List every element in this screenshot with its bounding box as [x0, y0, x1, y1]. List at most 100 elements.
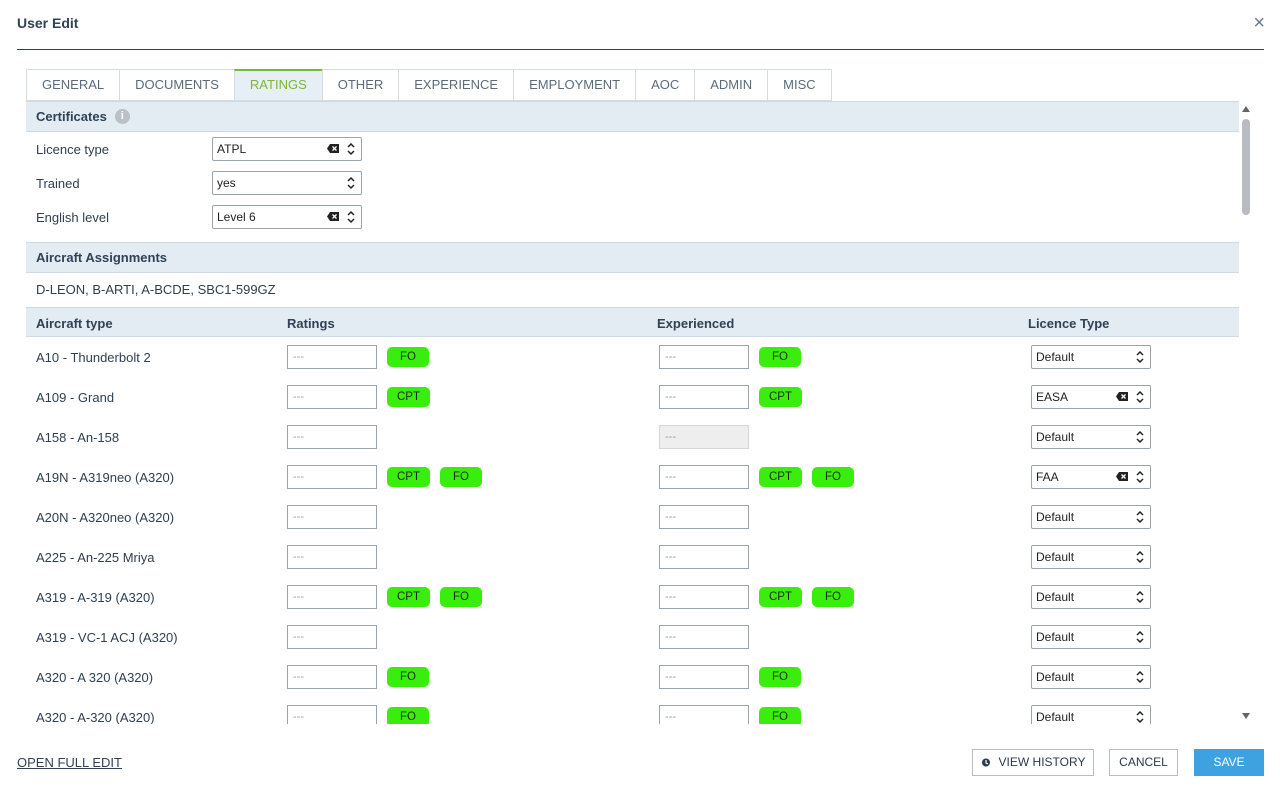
aircraft-type-name: A109 - Grand	[36, 389, 115, 405]
licence-type-cell: FAA	[1031, 457, 1151, 497]
aircraft-assignments-title: Aircraft Assignments	[36, 250, 167, 265]
licence-type-select[interactable]: ATPL	[212, 137, 362, 161]
licence-type-dropdown[interactable]: Default	[1031, 705, 1151, 724]
ratings-cell: ---	[287, 417, 377, 457]
tab-misc[interactable]: MISC	[767, 69, 832, 101]
experienced-tag[interactable]: FO	[759, 347, 801, 367]
experienced-input[interactable]: ---	[659, 385, 749, 409]
aircraft-type-cell: A158 - An-158	[36, 417, 119, 457]
tab-employment[interactable]: EMPLOYMENT	[513, 69, 636, 101]
experienced-tag[interactable]: FO	[759, 667, 801, 687]
english-level-select[interactable]: Level 6	[212, 205, 362, 229]
experienced-cell: ---	[659, 417, 749, 457]
experienced-tag[interactable]: FO	[812, 587, 854, 607]
experienced-input[interactable]: ---	[659, 585, 749, 609]
close-icon[interactable]: ×	[1253, 13, 1265, 33]
tab-other[interactable]: OTHER	[321, 69, 399, 101]
experienced-cell: --- CPT	[659, 377, 802, 417]
clear-icon[interactable]	[1116, 392, 1128, 401]
rating-tag[interactable]: FO	[440, 587, 482, 607]
experienced-input[interactable]: ---	[659, 465, 749, 489]
scroll-thumb[interactable]	[1242, 119, 1250, 215]
experienced-tag[interactable]: CPT	[759, 467, 802, 487]
rating-tag[interactable]: FO	[387, 667, 429, 687]
licence-type-dropdown[interactable]: FAA	[1031, 465, 1151, 489]
tab-aoc[interactable]: AOC	[635, 69, 695, 101]
licence-type-cell: Default	[1031, 577, 1151, 617]
tab-admin[interactable]: ADMIN	[694, 69, 768, 101]
trained-row: Trained yes	[26, 166, 1239, 200]
vertical-scrollbar[interactable]	[1240, 101, 1252, 724]
licence-type-dropdown[interactable]: Default	[1031, 665, 1151, 689]
licence-type-dropdown[interactable]: Default	[1031, 345, 1151, 369]
tab-experience[interactable]: EXPERIENCE	[398, 69, 514, 101]
trained-value: yes	[217, 176, 236, 190]
updown-icon	[1136, 390, 1144, 404]
licence-type-dropdown-value: Default	[1036, 350, 1075, 364]
ratings-input[interactable]: ---	[287, 665, 377, 689]
save-button[interactable]: SAVE	[1194, 749, 1264, 776]
info-icon[interactable]: i	[114, 109, 130, 124]
view-history-button[interactable]: VIEW HISTORY	[972, 749, 1094, 776]
ratings-input[interactable]: ---	[287, 385, 377, 409]
experienced-tag[interactable]: FO	[759, 707, 801, 724]
open-full-edit-link[interactable]: OPEN FULL EDIT	[17, 755, 122, 770]
cancel-button[interactable]: CANCEL	[1109, 749, 1178, 776]
licence-type-dropdown[interactable]: EASA	[1031, 385, 1151, 409]
aircraft-type-cell: A320 - A-320 (A320)	[36, 697, 155, 725]
ratings-cell: --- FO	[287, 697, 429, 724]
rating-tag[interactable]: FO	[387, 347, 429, 367]
trained-select[interactable]: yes	[212, 171, 362, 195]
ratings-input[interactable]: ---	[287, 545, 377, 569]
updown-icon	[1136, 630, 1144, 644]
ratings-input[interactable]: ---	[287, 505, 377, 529]
rating-tag[interactable]: CPT	[387, 387, 430, 407]
col-licence-type: Licence Type	[1028, 316, 1110, 331]
ratings-input[interactable]: ---	[287, 625, 377, 649]
rating-tag[interactable]: CPT	[387, 587, 430, 607]
experienced-input[interactable]: ---	[659, 545, 749, 569]
ratings-cell: ---	[287, 617, 377, 657]
ratings-table-body: A10 - Thunderbolt 2 --- FO --- FO Default A109…	[26, 337, 1239, 724]
licence-type-dropdown-value: EASA	[1036, 390, 1069, 404]
aircraft-type-cell: A109 - Grand	[36, 377, 114, 417]
table-row: A320 - A-320 (A320) --- FO --- FO Default	[26, 697, 1239, 724]
rating-tag[interactable]: FO	[387, 707, 429, 724]
licence-type-dropdown[interactable]: Default	[1031, 625, 1151, 649]
view-history-label: VIEW HISTORY	[998, 755, 1086, 769]
ratings-cell: --- CPT FO	[287, 577, 482, 617]
ratings-input[interactable]: ---	[287, 345, 377, 369]
rating-tag[interactable]: CPT	[387, 467, 430, 487]
licence-type-dropdown[interactable]: Default	[1031, 545, 1151, 569]
experienced-tag[interactable]: FO	[812, 467, 854, 487]
ratings-panel[interactable]: Certificates i Licence type ATPL Trained…	[26, 101, 1239, 724]
clear-icon[interactable]	[327, 212, 339, 221]
clear-icon[interactable]	[1116, 472, 1128, 481]
clear-icon[interactable]	[327, 144, 339, 153]
licence-type-dropdown[interactable]: Default	[1031, 425, 1151, 449]
experienced-input[interactable]: ---	[659, 345, 749, 369]
licence-type-cell: Default	[1031, 337, 1151, 377]
experienced-tag[interactable]: CPT	[759, 387, 802, 407]
experienced-input[interactable]: ---	[659, 625, 749, 649]
experienced-input[interactable]: ---	[659, 505, 749, 529]
scroll-up-arrow[interactable]	[1242, 106, 1250, 112]
ratings-input[interactable]: ---	[287, 465, 377, 489]
licence-type-cell: EASA	[1031, 377, 1151, 417]
ratings-input[interactable]: ---	[287, 705, 377, 724]
tab-documents[interactable]: DOCUMENTS	[119, 69, 234, 101]
experienced-tag[interactable]: CPT	[759, 587, 802, 607]
tab-general[interactable]: GENERAL	[26, 69, 120, 101]
tab-ratings[interactable]: RATINGS	[233, 69, 322, 101]
licence-type-dropdown[interactable]: Default	[1031, 585, 1151, 609]
ratings-input[interactable]: ---	[287, 585, 377, 609]
scroll-down-arrow[interactable]	[1242, 713, 1250, 719]
aircraft-type-name: A20N - A320neo (A320)	[36, 509, 175, 525]
experienced-input[interactable]: ---	[659, 705, 749, 724]
dialog-title: User Edit	[17, 15, 79, 31]
licence-type-dropdown[interactable]: Default	[1031, 505, 1151, 529]
rating-tag[interactable]: FO	[440, 467, 482, 487]
experienced-input[interactable]: ---	[659, 665, 749, 689]
ratings-input[interactable]: ---	[287, 425, 377, 449]
col-aircraft-type: Aircraft type	[36, 316, 113, 331]
